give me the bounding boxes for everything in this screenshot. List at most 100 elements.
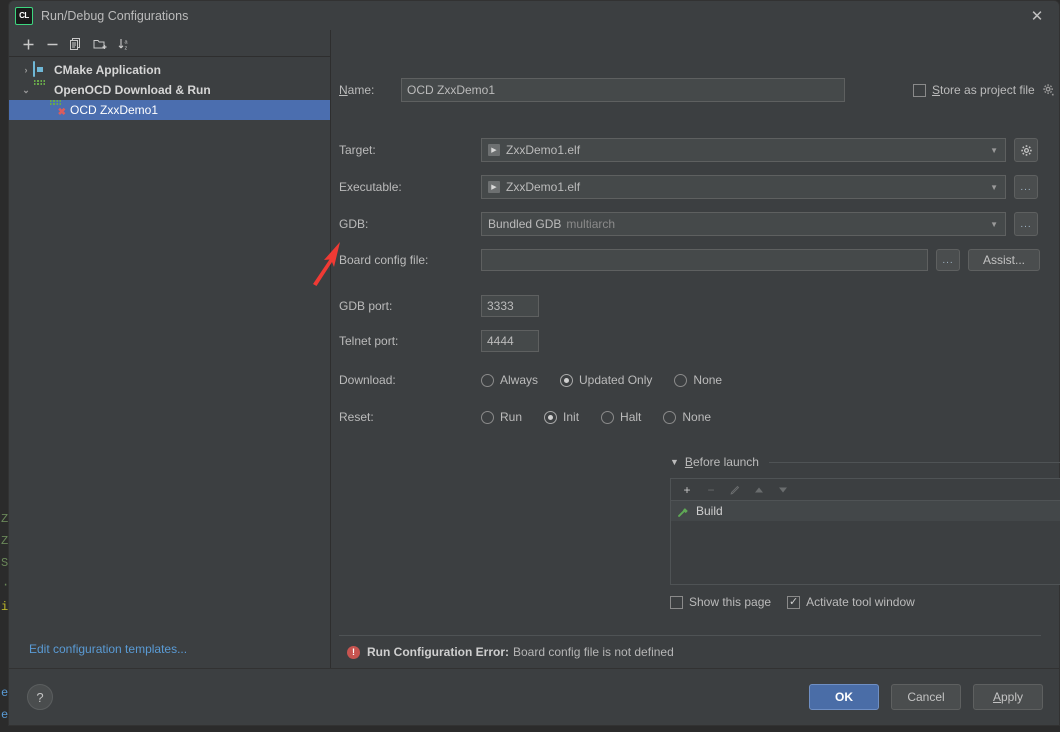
validation-error-bar: ! Run Configuration Error: Board config …: [339, 635, 1041, 668]
ellipsis-icon: ...: [1020, 181, 1032, 193]
board-config-browse-button[interactable]: ...: [936, 249, 960, 271]
chevron-down-icon[interactable]: ▼: [990, 183, 1001, 192]
chip-error-icon: ✖: [49, 102, 66, 118]
sidebar-toolbar: a z: [9, 30, 330, 57]
download-option-updated-only[interactable]: Updated Only: [560, 373, 652, 387]
gdb-port-input[interactable]: 3333: [481, 295, 539, 317]
add-configuration-icon[interactable]: [17, 34, 39, 54]
before-launch-task-build[interactable]: Build: [671, 501, 1060, 521]
before-launch-toolbar: + −: [670, 478, 1060, 500]
remove-configuration-icon[interactable]: [41, 34, 63, 54]
gdb-value: Bundled GDB: [488, 217, 562, 231]
radio-indicator[interactable]: [560, 373, 574, 387]
before-launch-options: Show this page Activate tool window: [670, 595, 1060, 609]
before-launch-header[interactable]: ▼ Before launch: [670, 455, 1060, 469]
copy-configuration-icon[interactable]: [65, 34, 87, 54]
activate-tool-window-checkbox[interactable]: [787, 595, 801, 609]
target-row: Target: ▶ ZxxDemo1.elf ▼: [339, 138, 1060, 162]
telnet-port-input[interactable]: 4444: [481, 330, 539, 352]
ok-button[interactable]: OK: [809, 684, 879, 710]
reset-option-label: Run: [500, 410, 523, 424]
tree-group-openocd-download-run[interactable]: ⌄ OpenOCD Download & Run: [9, 80, 330, 100]
download-option-none[interactable]: None: [674, 373, 722, 387]
sort-alphabetically-icon[interactable]: a z: [113, 34, 135, 54]
reset-option-halt[interactable]: Halt: [601, 410, 641, 424]
radio-indicator[interactable]: [601, 410, 615, 424]
reset-option-run[interactable]: Run: [481, 410, 522, 424]
download-option-always[interactable]: Always: [481, 373, 538, 387]
cancel-button[interactable]: Cancel: [891, 684, 961, 710]
task-label: Build: [696, 504, 723, 518]
collapse-triangle-icon[interactable]: ▼: [670, 457, 679, 467]
new-folder-icon[interactable]: [89, 34, 111, 54]
chevron-right-icon[interactable]: ›: [19, 65, 33, 75]
activate-tool-window-option[interactable]: Activate tool window: [787, 595, 915, 609]
edit-configuration-templates-link[interactable]: Edit configuration templates...: [9, 642, 330, 668]
radio-indicator[interactable]: [544, 410, 558, 424]
chevron-down-icon[interactable]: ▼: [990, 146, 1001, 155]
store-as-project-file-checkbox[interactable]: [913, 83, 926, 97]
tree-item-ocd-zxxdemo1[interactable]: ✖ OCD ZxxDemo1: [9, 100, 330, 120]
configurations-sidebar: a z › CMake Application ⌄ OpenOCD Downlo…: [9, 30, 331, 668]
gdb-label: GDB:: [339, 217, 369, 231]
download-option-label: Updated Only: [579, 373, 653, 387]
tree-group-cmake-application[interactable]: › CMake Application: [9, 60, 330, 80]
form-area: Name: OCD ZxxDemo1 Store as project file: [331, 30, 1060, 635]
name-input[interactable]: OCD ZxxDemo1: [401, 78, 845, 102]
before-launch-title: Before launch: [684, 455, 759, 469]
download-radio-group: Always Updated Only None: [481, 373, 744, 387]
apply-button[interactable]: Apply: [973, 684, 1043, 710]
executable-row: Executable: ▶ ZxxDemo1.elf ▼ ...: [339, 175, 1060, 199]
tree-item-label: OCD ZxxDemo1: [70, 103, 159, 117]
board-config-input[interactable]: [481, 249, 928, 271]
radio-indicator[interactable]: [481, 410, 494, 424]
target-label: Target:: [339, 143, 376, 157]
move-up-icon: [749, 481, 769, 499]
chip-icon: [33, 82, 49, 98]
gdb-combobox[interactable]: Bundled GDB multiarch ▼: [481, 212, 1006, 236]
dialog-titlebar: CL Run/Debug Configurations ✕: [9, 1, 1059, 30]
dialog-title: Run/Debug Configurations: [41, 8, 189, 23]
executable-combobox[interactable]: ▶ ZxxDemo1.elf ▼: [481, 175, 1006, 199]
dialog-footer: ? OK Cancel Apply: [9, 668, 1059, 725]
configuration-form-panel: Name: OCD ZxxDemo1 Store as project file: [331, 30, 1060, 668]
target-combobox[interactable]: ▶ ZxxDemo1.elf ▼: [481, 138, 1006, 162]
add-task-icon[interactable]: +: [677, 481, 697, 499]
gear-icon[interactable]: [1042, 83, 1056, 97]
board-config-assist-button[interactable]: Assist...: [968, 249, 1040, 271]
chevron-down-icon[interactable]: ⌄: [19, 85, 33, 96]
store-as-project-file-row: Store as project file: [913, 83, 1056, 97]
run-debug-configurations-dialog: CL Run/Debug Configurations ✕ a z › CMak…: [8, 0, 1060, 726]
board-config-row: Board config file: ... Assist...: [339, 249, 1060, 271]
reset-option-init[interactable]: Init: [544, 410, 579, 424]
name-row: Name: OCD ZxxDemo1 Store as project file: [339, 78, 1060, 102]
remove-task-icon: −: [707, 482, 715, 497]
gdb-browse-button[interactable]: ...: [1014, 212, 1038, 236]
close-icon[interactable]: ✕: [1015, 1, 1059, 30]
gdb-row: GDB: Bundled GDB multiarch ▼ ...: [339, 212, 1060, 236]
help-button[interactable]: ?: [27, 684, 53, 710]
show-this-page-option[interactable]: Show this page: [670, 595, 771, 609]
cmake-icon: [33, 61, 49, 78]
tree-group-label: CMake Application: [54, 63, 161, 77]
board-config-label: Board config file:: [339, 253, 429, 267]
error-icon: !: [347, 645, 360, 659]
store-as-project-file-label: Store as project file: [932, 83, 1035, 97]
reset-row: Reset: Run Init Halt None: [339, 410, 1039, 424]
radio-indicator[interactable]: [481, 373, 494, 387]
reset-option-none[interactable]: None: [663, 410, 711, 424]
show-this-page-checkbox[interactable]: [670, 595, 683, 609]
radio-indicator[interactable]: [663, 410, 677, 424]
executable-browse-button[interactable]: ...: [1014, 175, 1038, 199]
error-title: Run Configuration Error:: [367, 645, 509, 659]
telnet-port-row: Telnet port: 4444: [339, 330, 939, 352]
radio-indicator[interactable]: [674, 373, 688, 387]
reset-option-label: Init: [563, 410, 580, 424]
run-target-icon: ▶: [488, 144, 500, 156]
separator-line: [768, 461, 1060, 463]
name-label: Name:: [339, 83, 375, 97]
target-settings-button[interactable]: [1014, 138, 1038, 162]
chevron-down-icon[interactable]: ▼: [990, 220, 1001, 229]
gdb-port-row: GDB port: 3333: [339, 295, 939, 317]
move-down-icon: [773, 481, 793, 499]
